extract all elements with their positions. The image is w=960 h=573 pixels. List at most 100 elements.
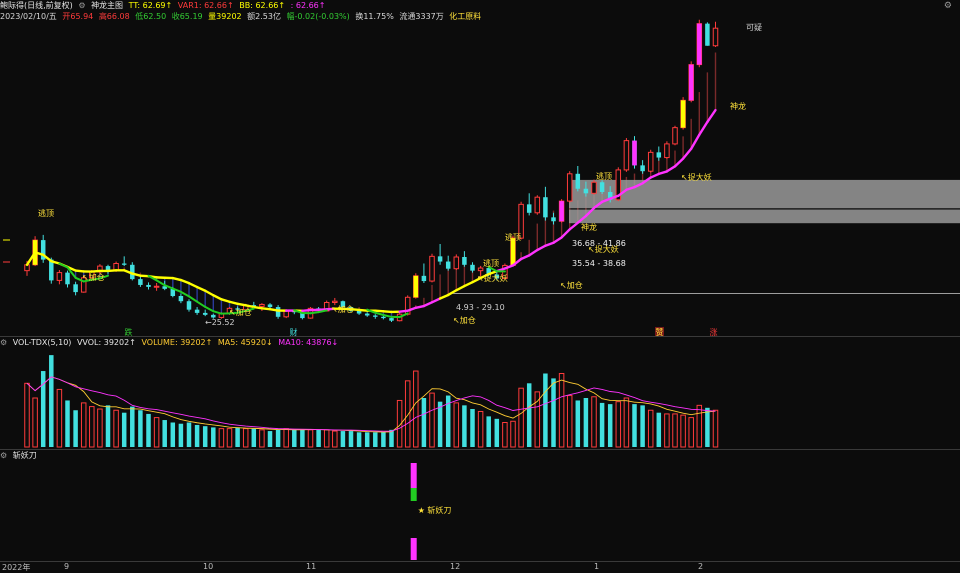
x-axis-label: 10 (203, 562, 213, 571)
add-position-label-4: ↖加仓 (453, 315, 476, 325)
volume-bar (341, 431, 346, 447)
volume-bar (689, 418, 694, 447)
signal-candle (414, 276, 419, 297)
catch-demon-label-1: ↖捉大妖 (477, 273, 508, 283)
volume-bar (705, 408, 710, 447)
candle-body (187, 301, 192, 309)
volume-bar (195, 425, 200, 447)
blade-panel[interactable]: ⚙ 斩妖刀 ★ 斩妖刀 (0, 450, 960, 562)
pullback-line-segment (157, 280, 165, 285)
signal-candle (511, 238, 516, 265)
volume-bar (373, 432, 378, 447)
candle-body (640, 165, 645, 171)
trend-line-segment (189, 283, 197, 287)
blade-label: ★ 斩妖刀 (418, 505, 452, 515)
volume-bar (543, 374, 548, 448)
price-chart[interactable]: 逃顶↖加仓←25.52↖加仓↖加仓4.93 - 29.10↖加仓逃顶逃顶↖捉大妖… (0, 0, 960, 338)
volume-bar (462, 405, 467, 447)
volume-bar (576, 400, 581, 447)
x-axis-label: 11 (306, 562, 316, 571)
candle-body (65, 273, 70, 285)
candle-body (268, 304, 273, 307)
resistance-band-lower (569, 210, 960, 224)
range-low-label: 4.93 - 29.10 (456, 303, 505, 312)
dragon-label-1: 神龙 (581, 222, 597, 232)
candle-body (122, 264, 127, 265)
volume-bar (81, 403, 86, 447)
volume-bar (276, 430, 281, 447)
candle-body (584, 189, 589, 194)
volume-panel[interactable]: ⚙ VOL-TDX(5,10) VVOL: 39202↑ VOLUME: 392… (0, 337, 960, 449)
band-range-lower: 35.54 - 38.68 (572, 259, 626, 268)
candle-body (357, 311, 362, 314)
trend-line-segment (205, 291, 213, 295)
volume-bar (559, 374, 564, 448)
trend-line-segment (140, 276, 148, 277)
trend-line-segment (464, 282, 472, 286)
candle-body (284, 311, 289, 317)
volume-chart[interactable] (0, 337, 960, 449)
volume-bar (227, 429, 232, 447)
volume-bar (632, 404, 637, 447)
dragon-label-2: 神龙 (730, 101, 746, 111)
trend-line-segment (416, 306, 424, 308)
volume-bar (648, 410, 653, 447)
add-position-label-5: ↖加仓 (560, 280, 583, 290)
candle-body (576, 174, 581, 189)
volume-bar (600, 403, 605, 447)
signal-candle (559, 201, 564, 221)
trend-line-segment (699, 122, 707, 135)
add-position-label-2: ↖加仓 (229, 307, 252, 317)
candle-body (624, 141, 629, 170)
volume-bar (203, 426, 208, 447)
volume-bar (122, 413, 127, 447)
blade-bar-top (411, 463, 417, 488)
trend-line-segment (246, 305, 254, 307)
volume-bar (422, 398, 427, 447)
candle-body (381, 317, 386, 318)
trend-line-segment (221, 299, 229, 301)
candle-body (648, 152, 653, 171)
candle-body (657, 152, 662, 157)
trend-line-segment (230, 302, 238, 304)
trend-line-segment (456, 286, 464, 290)
catch-demon-label-3: ↖捉大妖 (681, 172, 712, 182)
trend-line-segment (213, 295, 221, 299)
pullback-line-segment (197, 302, 205, 307)
candle-body (389, 318, 394, 321)
volume-bar (365, 432, 370, 447)
blade-chart[interactable]: ★ 斩妖刀 (0, 450, 960, 562)
trend-line-segment (659, 171, 667, 173)
volume-bar (260, 430, 265, 447)
volume-bar (49, 355, 54, 447)
trend-line-segment (707, 110, 715, 122)
trend-line-segment (562, 229, 570, 237)
trend-line-segment (691, 135, 699, 149)
candle-body (430, 256, 435, 281)
trend-line-segment (359, 310, 367, 311)
resistance-band-upper (569, 180, 960, 208)
pullback-line-segment (383, 315, 391, 317)
volume-bar (308, 430, 313, 447)
trend-line-segment (570, 223, 578, 230)
volume-bar (284, 429, 289, 447)
volume-bar (106, 405, 111, 447)
volume-bar (154, 418, 159, 447)
volume-bar (324, 430, 329, 447)
volume-bar (357, 432, 362, 447)
volume-bar (511, 421, 516, 447)
volume-bar (495, 419, 500, 447)
candle-body (592, 182, 597, 193)
price-panel[interactable]: 鲍际得(日线,前复权) ⚙ 神龙主图 TT: 62.69↑ VAR1: 62.6… (0, 0, 960, 338)
catch-demon-label-2: ↖捉大妖 (588, 244, 619, 254)
volume-bar (381, 432, 386, 447)
trend-line-segment (683, 149, 691, 159)
volume-bar (584, 398, 589, 447)
candle-body (551, 217, 556, 221)
pullback-line-segment (189, 296, 197, 301)
volume-bar (98, 409, 103, 447)
volume-bar (65, 400, 70, 447)
trend-line-segment (651, 174, 659, 178)
trend-line-segment (448, 290, 456, 295)
volume-bar (146, 414, 151, 447)
